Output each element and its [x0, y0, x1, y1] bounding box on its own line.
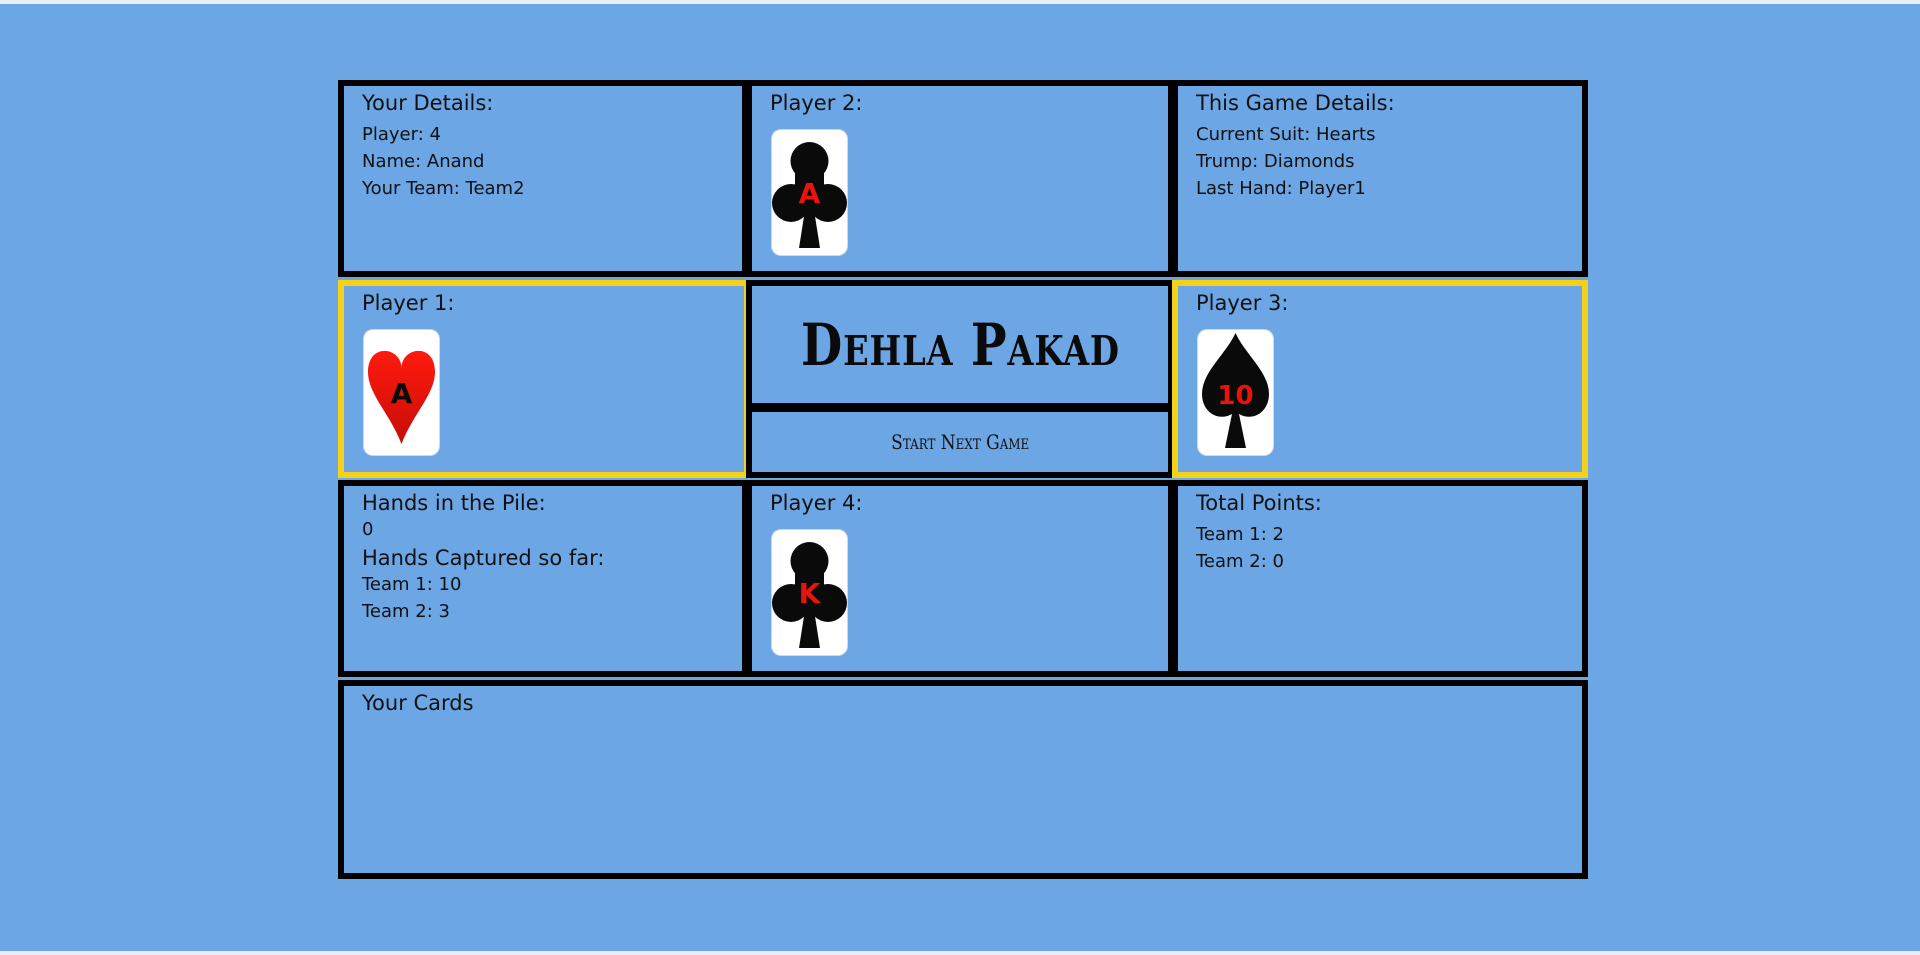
pile-heading: Hands in the Pile: [362, 491, 546, 515]
start-next-game-button[interactable]: Start Next Game [746, 406, 1174, 478]
player-2-label: Player 2: [770, 91, 863, 115]
player-2-card: A [772, 130, 847, 255]
player-4-card: K [772, 530, 847, 655]
club-icon: A [772, 142, 847, 248]
captured-team-1: Team 1: 10 [362, 574, 462, 595]
game-title: Dehla Pakad [800, 310, 1120, 379]
trump-suit: Trump: Diamonds [1196, 151, 1355, 172]
game-details-heading: This Game Details: [1196, 91, 1395, 115]
captured-heading: Hands Captured so far: [362, 546, 605, 570]
player-1-label: Player 1: [362, 291, 455, 315]
player-1-card: A [364, 330, 439, 455]
your-details-panel: Your Details: Player: 4 Name: Anand Your… [338, 80, 748, 277]
your-details-heading: Your Details: [362, 91, 494, 115]
points-team-1: Team 1: 2 [1196, 524, 1284, 545]
your-name: Name: Anand [362, 151, 485, 172]
player-4-label: Player 4: [770, 491, 863, 515]
game-details-panel: This Game Details: Current Suit: Hearts … [1172, 80, 1588, 277]
player-1-card-rank: A [391, 377, 413, 410]
current-suit: Current Suit: Hearts [1196, 124, 1376, 145]
spade-icon: 10 [1202, 333, 1269, 448]
captured-team-2: Team 2: 3 [362, 601, 450, 622]
your-player-number: Player: 4 [362, 124, 441, 145]
your-team: Your Team: Team2 [362, 178, 525, 199]
bottom-strip [0, 951, 1920, 955]
player-2-panel: Player 2: A [746, 80, 1174, 277]
top-strip [0, 0, 1920, 4]
player-3-card-rank: 10 [1217, 381, 1253, 411]
heart-icon: A [368, 350, 435, 444]
your-cards-heading: Your Cards [362, 691, 474, 715]
pile-count: 0 [362, 519, 374, 540]
total-points-heading: Total Points: [1196, 491, 1322, 515]
start-next-game-label: Start Next Game [890, 430, 1030, 454]
player-3-label: Player 3: [1196, 291, 1289, 315]
player-3-panel: Player 3: 10 [1172, 280, 1588, 478]
last-hand: Last Hand: Player1 [1196, 178, 1366, 199]
club-icon: K [772, 542, 847, 648]
player-1-panel: Player 1: A [338, 280, 750, 478]
player-3-card: 10 [1198, 330, 1273, 455]
title-panel: Dehla Pakad [746, 280, 1174, 409]
player-4-card-rank: K [799, 577, 822, 610]
points-team-2: Team 2: 0 [1196, 551, 1284, 572]
player-4-panel: Player 4: K [746, 480, 1174, 677]
player-2-card-rank: A [799, 177, 821, 210]
pile-panel: Hands in the Pile: 0 Hands Captured so f… [338, 480, 748, 677]
your-cards-panel: Your Cards [338, 680, 1588, 879]
total-points-panel: Total Points: Team 1: 2 Team 2: 0 [1172, 480, 1588, 677]
